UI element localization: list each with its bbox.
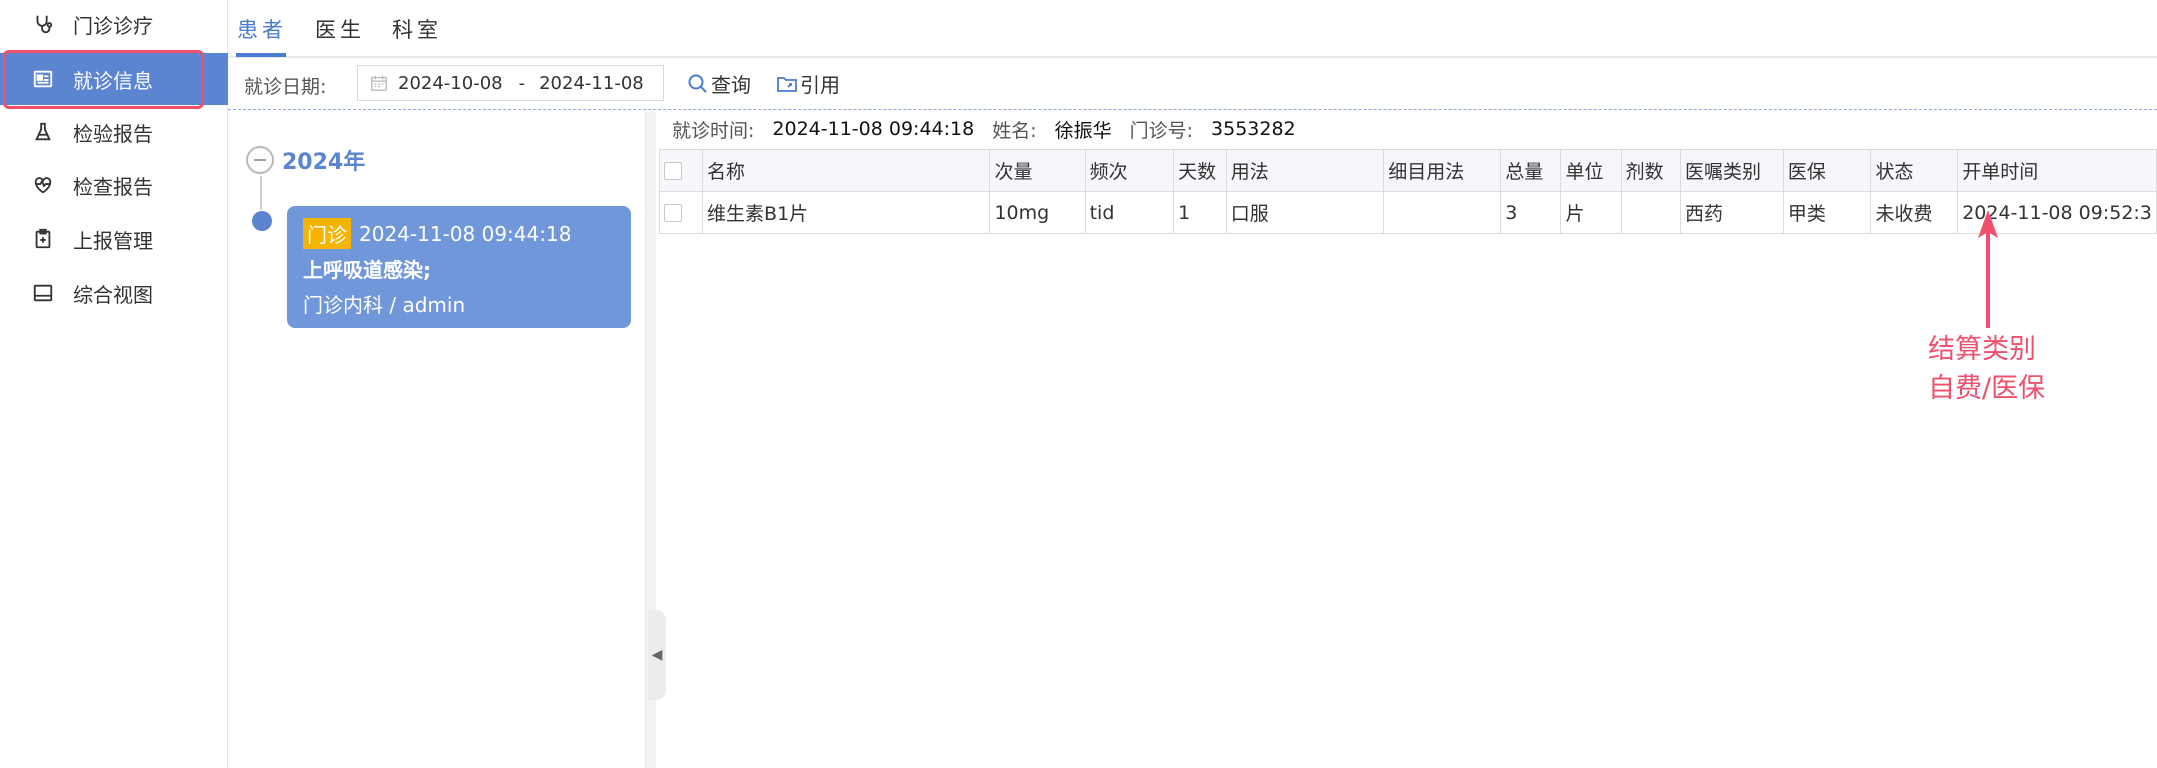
table-cell: 维生素B1片 — [702, 191, 991, 234]
visit-card[interactable]: 门诊 2024-11-08 09:44:18 上呼吸道感染; 门诊内科 / ad… — [287, 206, 631, 328]
table-cell — [1383, 191, 1502, 234]
column-header[interactable]: 频次 — [1084, 149, 1175, 192]
select-all-checkbox[interactable] — [658, 149, 704, 192]
sidebar-item-label: 门诊诊疗 — [73, 13, 153, 38]
column-header[interactable]: 名称 — [702, 149, 991, 192]
id-card-icon — [31, 67, 55, 91]
table-cell: 10mg — [989, 191, 1086, 234]
visit-info-row: 就诊时间: 2024-11-08 09:44:18 姓名: 徐振华 门诊号: 3… — [656, 112, 1314, 146]
main-area: 患者 医生 科室 就诊日期: 2024-10-08 - 2024-11-08 查… — [228, 0, 2157, 768]
tab-active-indicator — [236, 53, 286, 57]
annotation-arrow — [1978, 210, 1998, 328]
sidebar-item-label: 检验报告 — [73, 121, 153, 146]
sidebar-item-visit-info[interactable]: 就诊信息 — [0, 53, 228, 105]
timeline-line — [260, 176, 262, 210]
tab-department[interactable]: 科室 — [392, 14, 442, 54]
clinic-no-label: 门诊号: — [1129, 119, 1194, 142]
visit-detail: 就诊时间: 2024-11-08 09:44:18 姓名: 徐振华 门诊号: 3… — [656, 112, 2157, 768]
folder-link-icon — [777, 76, 797, 92]
sidebar-item-overview[interactable]: 综合视图 — [0, 267, 228, 319]
sidebar-item-exam-report[interactable]: 检查报告 — [0, 159, 228, 211]
annotation-line-1: 结算类别 — [1928, 334, 2036, 365]
timeline-dot — [252, 211, 272, 231]
date-range-picker[interactable]: 2024-10-08 - 2024-11-08 — [357, 65, 664, 101]
clinic-no-value: 3553282 — [1211, 118, 1296, 140]
table-cell: 西药 — [1679, 191, 1784, 234]
sidebar-item-label: 综合视图 — [73, 282, 153, 307]
query-label: 查询 — [711, 73, 751, 97]
table-cell: 片 — [1560, 191, 1622, 234]
table-cell: 口服 — [1225, 191, 1385, 234]
visit-diagnosis: 上呼吸道感染; — [303, 258, 431, 282]
filter-bar: 就诊日期: 2024-10-08 - 2024-11-08 查询 引用 — [228, 60, 2157, 110]
column-header[interactable]: 次量 — [989, 149, 1086, 192]
sidebar: 门诊诊疗 就诊信息 检验报告 检查报告 上报管理 综合视图 — [0, 0, 228, 768]
date-from[interactable]: 2024-10-08 — [398, 73, 503, 94]
name-label: 姓名: — [992, 119, 1037, 142]
table-cell — [1620, 191, 1681, 234]
flask-icon — [31, 120, 55, 144]
query-button[interactable]: 查询 — [687, 69, 751, 98]
year-group[interactable]: 2024年 — [246, 144, 365, 176]
visit-time-label: 就诊时间: — [672, 119, 755, 142]
table-cell: 未收费 — [1870, 191, 1959, 234]
tab-bar: 患者 医生 科室 — [228, 0, 2157, 58]
name-value: 徐振华 — [1054, 119, 1112, 142]
visit-dept-user: 门诊内科 / admin — [303, 293, 466, 317]
collapse-year-icon[interactable] — [246, 146, 274, 174]
column-header[interactable]: 开单时间 — [1957, 149, 2157, 192]
heartbeat-icon — [31, 173, 55, 197]
column-header[interactable]: 状态 — [1870, 149, 1959, 192]
order-table: 名称 次量 频次 天数 用法 细目用法 总量 单位 剂数 医嘱类别 医保 状态 … — [658, 149, 2157, 234]
column-header[interactable]: 总量 — [1500, 149, 1562, 192]
table-cell: 1 — [1173, 191, 1227, 234]
visit-type-badge: 门诊 — [303, 218, 351, 249]
clipboard-plus-icon — [31, 227, 55, 251]
sidebar-item-label: 检查报告 — [73, 174, 153, 199]
column-header[interactable]: 细目用法 — [1383, 149, 1502, 192]
calendar-icon — [371, 75, 387, 91]
date-label: 就诊日期: — [244, 76, 327, 98]
sidebar-item-label: 就诊信息 — [73, 68, 153, 93]
cite-label: 引用 — [800, 73, 840, 97]
table-cell: 3 — [1500, 191, 1562, 234]
date-to[interactable]: 2024-11-08 — [539, 73, 644, 94]
table-row[interactable]: 维生素B1片 10mg tid 1 口服 3 片 西药 甲类 未收费 2024-… — [658, 191, 2157, 234]
year-label: 2024年 — [282, 150, 366, 175]
date-separator: - — [518, 72, 526, 94]
monitor-icon — [31, 281, 55, 305]
table-cell: 甲类 — [1782, 191, 1872, 234]
stethoscope-icon — [31, 12, 55, 36]
column-header[interactable]: 天数 — [1173, 149, 1227, 192]
sidebar-item-outpatient[interactable]: 门诊诊疗 — [0, 0, 228, 50]
table-header-row: 名称 次量 频次 天数 用法 细目用法 总量 单位 剂数 医嘱类别 医保 状态 … — [658, 149, 2157, 192]
tab-patient[interactable]: 患者 — [237, 14, 287, 54]
sidebar-item-label: 上报管理 — [73, 228, 153, 253]
column-header[interactable]: 医嘱类别 — [1679, 149, 1784, 192]
tab-doctor[interactable]: 医生 — [315, 14, 365, 54]
annotation-line-2: 自费/医保 — [1928, 373, 2046, 404]
table-cell: tid — [1084, 191, 1175, 234]
column-header[interactable]: 剂数 — [1620, 149, 1681, 192]
column-header[interactable]: 用法 — [1225, 149, 1385, 192]
column-header[interactable]: 医保 — [1782, 149, 1872, 192]
search-icon — [688, 74, 707, 93]
row-checkbox[interactable] — [658, 191, 704, 234]
visit-timeline: 2024年 门诊 2024-11-08 09:44:18 上呼吸道感染; 门诊内… — [228, 112, 646, 768]
sidebar-item-report-mgmt[interactable]: 上报管理 — [0, 213, 228, 265]
visit-time-value: 2024-11-08 09:44:18 — [772, 118, 975, 140]
cite-button[interactable]: 引用 — [776, 69, 840, 98]
sidebar-item-lab-report[interactable]: 检验报告 — [0, 106, 228, 158]
annotation-text: 结算类别 自费/医保 — [1928, 330, 2045, 408]
column-header[interactable]: 单位 — [1560, 149, 1622, 192]
visit-datetime: 2024-11-08 09:44:18 — [359, 221, 572, 246]
